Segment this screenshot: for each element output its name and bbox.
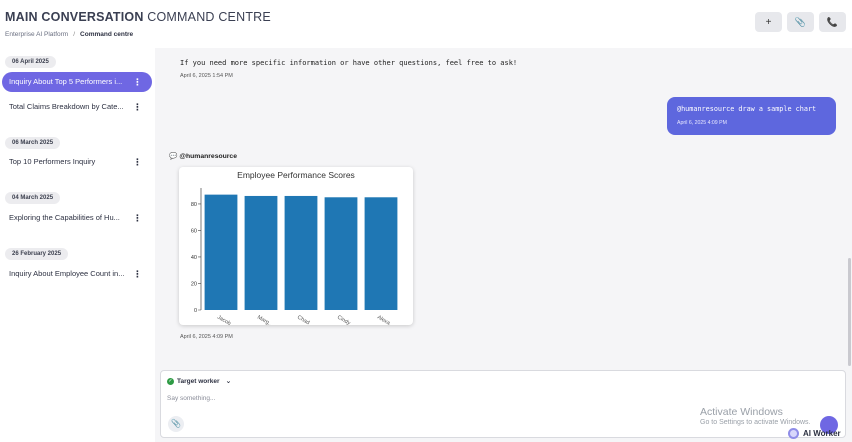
header: MAIN CONVERSATION COMMAND CENTRE Enterpr… xyxy=(0,0,852,48)
bar xyxy=(204,194,238,310)
conversation-item[interactable]: Exploring the Capabilities of Hu... ⋮ xyxy=(2,208,152,228)
conversation-item[interactable]: Inquiry About Top 5 Performers i... ⋮ xyxy=(2,72,152,92)
attach-button[interactable]: 📎 xyxy=(787,12,814,32)
bot-message-timestamp: April 6, 2025 1:54 PM xyxy=(180,73,233,79)
kebab-menu-icon[interactable]: ⋮ xyxy=(133,72,142,92)
paperclip-icon: 📎 xyxy=(171,419,181,428)
x-tick-label: Alexa... xyxy=(376,315,395,325)
message-input[interactable]: Say something... xyxy=(167,395,215,402)
phone-icon: 📞 xyxy=(826,16,839,27)
paperclip-icon: 📎 xyxy=(794,16,807,27)
page-title: MAIN CONVERSATION COMMAND CENTRE xyxy=(5,10,271,24)
bar xyxy=(284,195,318,310)
user-message-timestamp: April 6, 2025 4:09 PM xyxy=(677,120,727,126)
y-tick-label: 80 xyxy=(191,202,197,208)
kebab-menu-icon[interactable]: ⋮ xyxy=(133,208,142,228)
conversation-item-label: Exploring the Capabilities of Hu... xyxy=(9,213,120,222)
breadcrumb-root[interactable]: Enterprise AI Platform xyxy=(5,31,68,38)
y-tick-label: 20 xyxy=(191,281,197,287)
ai-worker-icon xyxy=(788,428,799,439)
chart-title: Employee Performance Scores xyxy=(237,170,355,180)
conversation-item[interactable]: Inquiry About Employee Count in... ⋮ xyxy=(2,264,152,284)
bar xyxy=(324,197,358,310)
kebab-menu-icon[interactable]: ⋮ xyxy=(133,152,142,172)
target-worker-selector[interactable]: ✓ Target worker ⌄ xyxy=(167,377,231,385)
user-message-bubble: @humanresource draw a sample chart April… xyxy=(667,97,836,135)
page-title-bold: MAIN CONVERSATION xyxy=(5,10,144,24)
bar-chart: Employee Performance Scores 0 20 40 60 80 Jaco… xyxy=(191,170,398,325)
date-group-label: 26 February 2025 xyxy=(5,248,69,260)
kebab-menu-icon[interactable]: ⋮ xyxy=(133,97,142,117)
breadcrumb-current: Command centre xyxy=(80,31,134,38)
conversation-sidebar: 06 April 2025 Inquiry About Top 5 Perfor… xyxy=(0,48,155,442)
x-tick-label: Jacob ... xyxy=(216,315,237,325)
bar xyxy=(244,195,278,310)
user-message: @humanresource draw a sample chart xyxy=(677,105,817,113)
message-composer: ✓ Target worker ⌄ Say something... 📎 xyxy=(160,370,846,438)
bot-message: If you need more specific information or… xyxy=(180,59,518,67)
bar xyxy=(364,197,398,310)
call-button[interactable]: 📞 xyxy=(819,12,846,32)
chevron-down-icon: ⌄ xyxy=(225,378,232,385)
new-conversation-button[interactable]: + xyxy=(755,12,782,32)
y-tick-label: 60 xyxy=(191,228,197,234)
y-tick-label: 0 xyxy=(194,308,197,314)
sender-label: 💬 @humanresource xyxy=(169,152,237,160)
ai-worker-label: AI Worker xyxy=(803,429,841,438)
conversation-item-label: Top 10 Performers Inquiry xyxy=(9,157,96,166)
conversation-item-label: Total Claims Breakdown by Cate... xyxy=(9,102,124,111)
breadcrumb: Enterprise AI Platform / Command centre xyxy=(5,31,133,38)
speech-bubble-icon: 💬 xyxy=(169,153,178,160)
conversation-item-label: Inquiry About Top 5 Performers i... xyxy=(9,77,123,86)
watermark-subtitle: Go to Settings to activate Windows. xyxy=(700,419,811,426)
ai-worker-badge[interactable]: AI Worker xyxy=(788,428,841,439)
page-title-rest: COMMAND CENTRE xyxy=(147,10,271,24)
kebab-menu-icon[interactable]: ⋮ xyxy=(133,264,142,284)
attach-file-button[interactable]: 📎 xyxy=(168,416,184,432)
target-worker-label: Target worker xyxy=(177,377,220,385)
plus-icon: + xyxy=(765,16,772,28)
y-tick-label: 40 xyxy=(191,255,197,261)
conversation-item-label: Inquiry About Employee Count in... xyxy=(9,269,125,278)
watermark-title: Activate Windows xyxy=(700,406,783,418)
chart-card: Employee Performance Scores 0 20 40 60 80 Jaco… xyxy=(179,167,413,325)
activate-windows-watermark: Activate Windows Go to Settings to activ… xyxy=(700,406,811,426)
date-group-label: 06 April 2025 xyxy=(5,56,56,68)
x-tick-label: Chad ... xyxy=(296,315,316,325)
sender-name: @humanresource xyxy=(179,153,237,160)
x-tick-label: Marg... xyxy=(256,315,274,325)
check-circle-icon: ✓ xyxy=(167,377,174,385)
conversation-item[interactable]: Top 10 Performers Inquiry ⋮ xyxy=(2,152,152,172)
breadcrumb-separator: / xyxy=(73,31,76,38)
conversation-item[interactable]: Total Claims Breakdown by Cate... ⋮ xyxy=(2,97,152,117)
chart-timestamp: April 6, 2025 4:09 PM xyxy=(180,334,233,340)
date-group-label: 06 March 2025 xyxy=(5,137,61,149)
x-tick-label: Cindy ... xyxy=(336,315,357,325)
date-group-label: 04 March 2025 xyxy=(5,192,61,204)
chat-scrollbar[interactable] xyxy=(848,258,851,366)
